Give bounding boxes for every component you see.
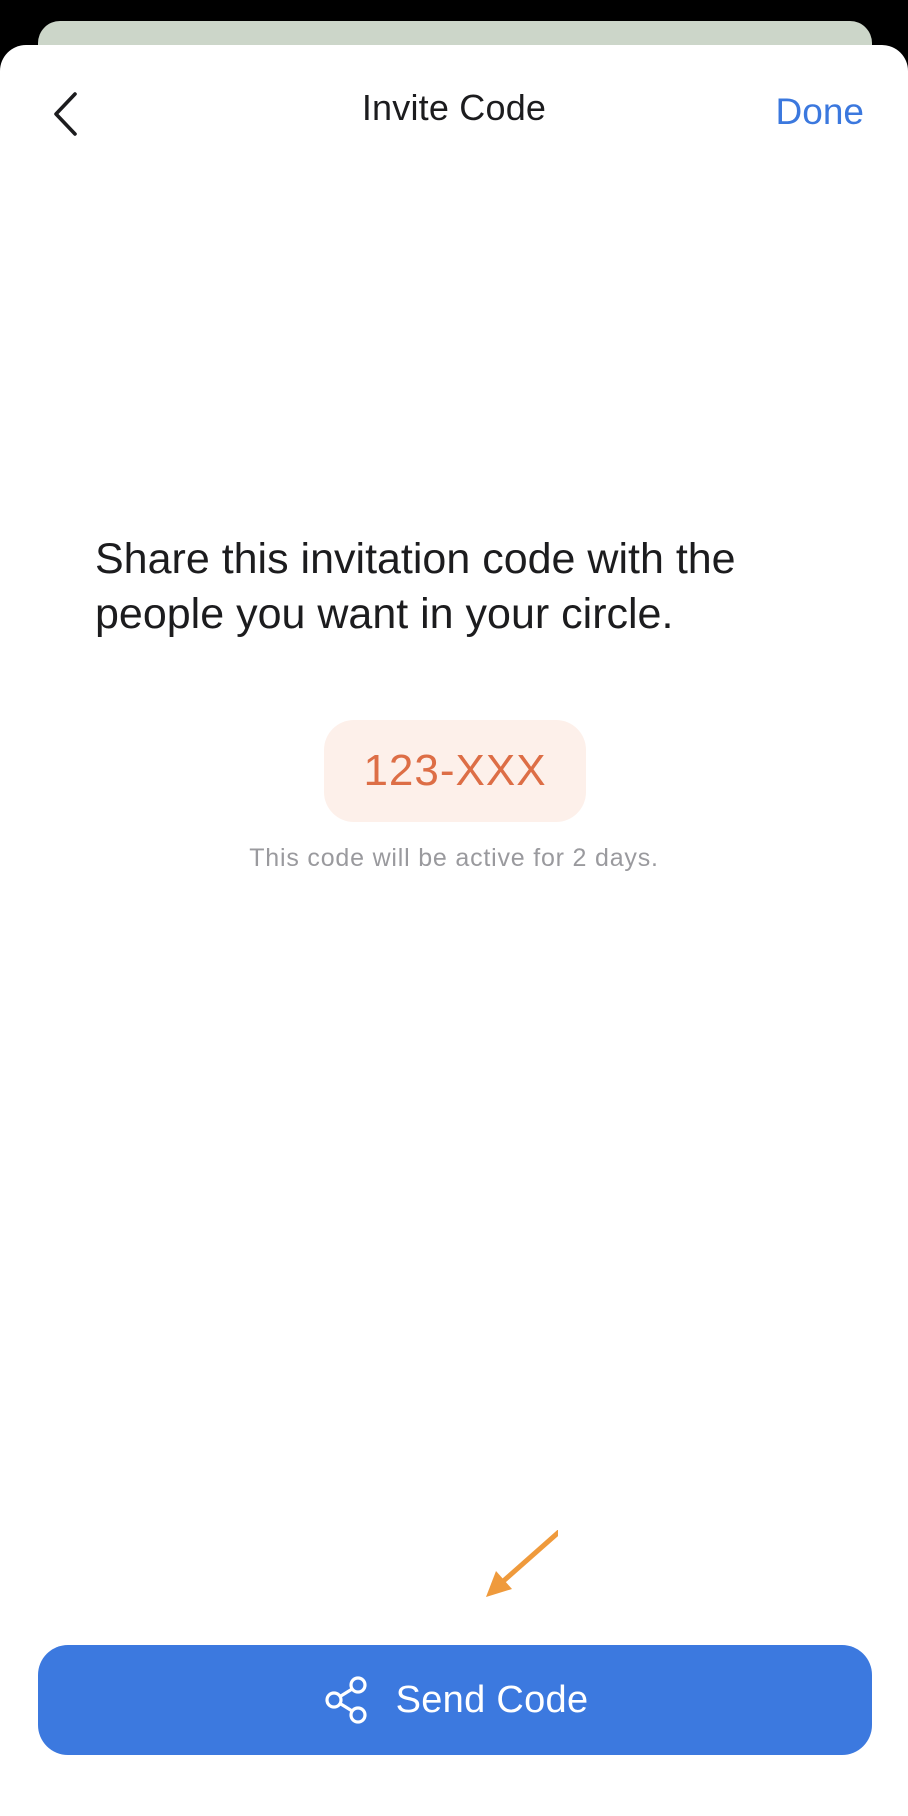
page-title: Invite Code — [361, 87, 547, 128]
code-expiry-note: This code will be active for 2 days. — [249, 844, 659, 872]
invite-instructions: Share this invitation code with the peop… — [95, 535, 736, 638]
send-code-label: Send Code — [395, 1678, 589, 1721]
nav-bar: Invite Code Done — [0, 45, 908, 185]
annotation-arrow-icon — [486, 1530, 558, 1597]
send-code-button[interactable]: Send Code — [38, 1645, 872, 1755]
invite-code-sheet: Invite Code Done Share this invitation c… — [0, 45, 908, 1816]
invite-code[interactable]: 123-XXX — [324, 720, 586, 822]
share-icon — [322, 1675, 370, 1725]
done-button[interactable]: Done — [776, 91, 864, 133]
